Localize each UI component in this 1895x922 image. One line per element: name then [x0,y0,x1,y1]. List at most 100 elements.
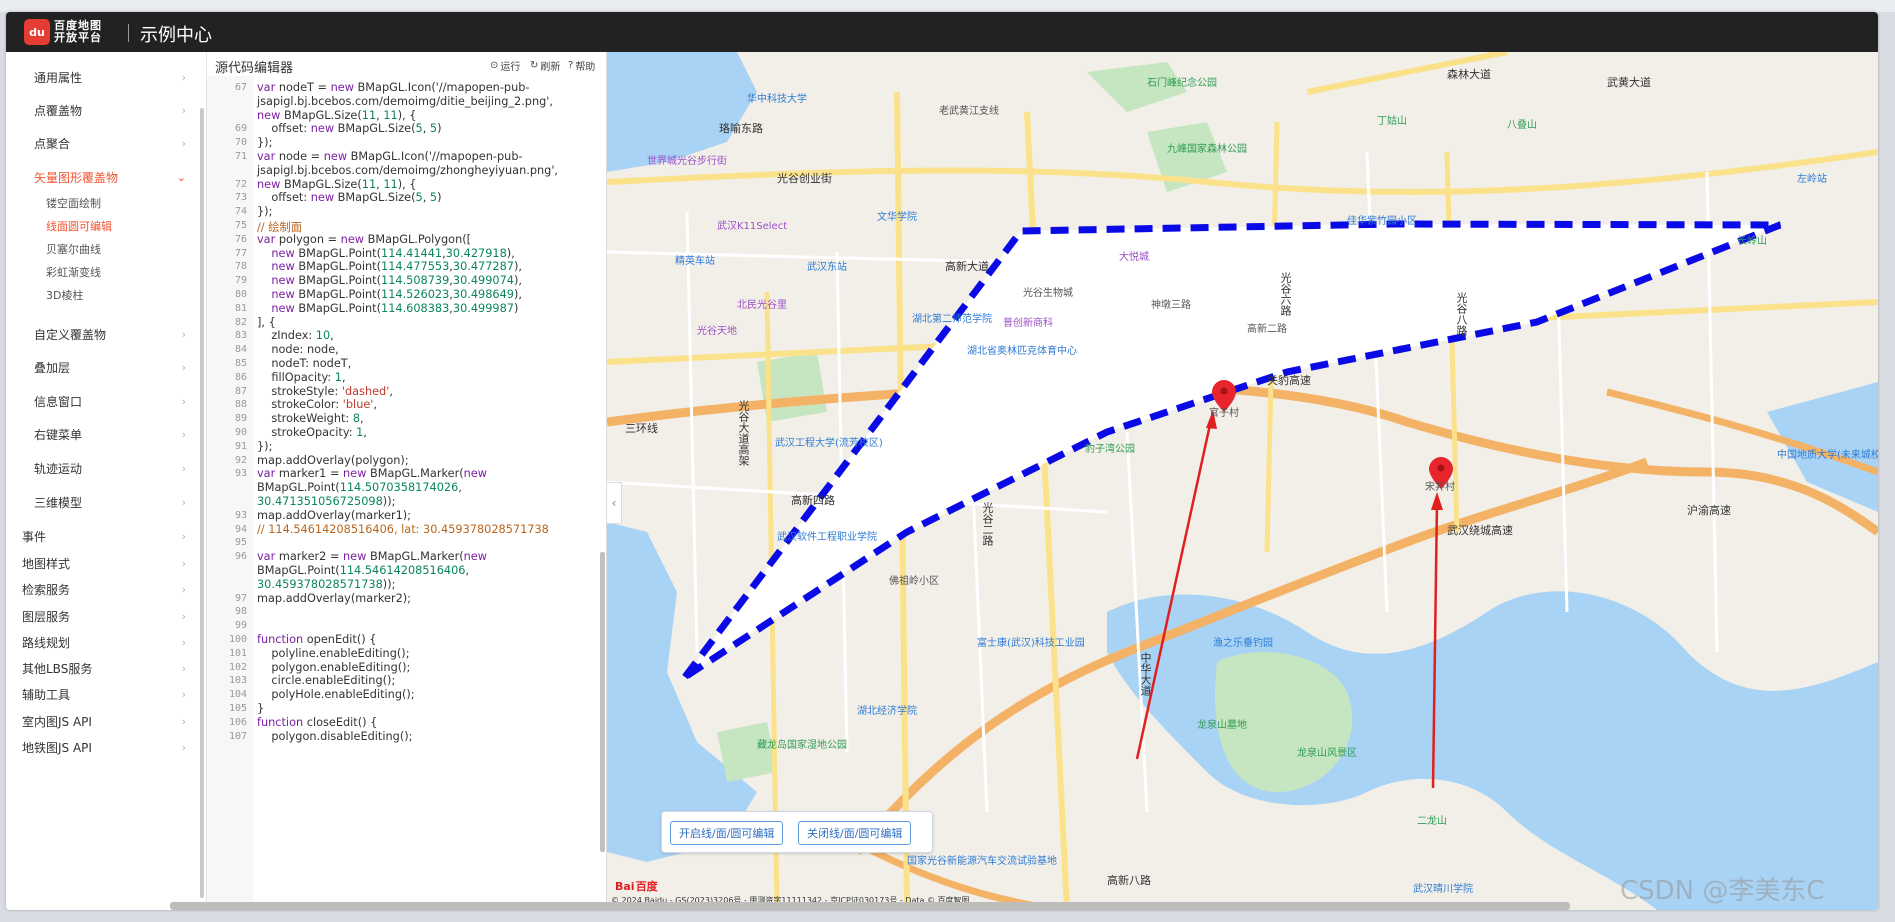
sidebar-item-events[interactable]: 事件 › [6,523,198,549]
baidu-map-logo[interactable]: Bai 百度 [615,878,658,894]
code-line: // 114.54614208516406, lat: 30.459378028… [257,522,549,536]
code-line: polygon.enableEditing(); [257,660,411,674]
sidebar-item-label: 矢量图形覆盖物 [34,170,119,185]
line-number: 105 [228,703,247,714]
map-label: 湖北第二师范学院 [912,314,992,325]
sidebar-item-general[interactable]: 通用属性 › [6,64,198,90]
code-line: new BMapGL.Point(114.477553,30.477287), [271,260,522,274]
baidu-map-open-platform-logo[interactable]: du 百度地图 开放平台 [24,18,102,46]
code-line: map.addOverlay(marker2); [257,591,411,605]
map-label: 文华学院 [877,212,917,223]
code-line: map.addOverlay(marker1); [257,508,411,522]
map-label: 光谷创业街 [777,172,832,185]
help-button[interactable]: ? 帮助 [568,58,595,73]
sidebar-item-3d-prism[interactable]: 3D棱柱 [6,282,198,308]
sidebar-item-search-service[interactable]: 检索服务 › [6,576,198,602]
sidebar-item-label: 地图样式 [22,556,71,571]
sidebar-item-point-overlay[interactable]: 点覆盖物 › [6,97,198,123]
code-line: new BMapGL.Point(114.508739,30.499074), [271,274,522,288]
chevron-right-icon: › [181,557,186,570]
map-label: 武汉软件工程职业学院 [777,532,877,543]
close-edit-button[interactable]: 关闭线/面/圆可编辑 [798,821,912,845]
map-label: 湖北经济学院 [857,706,917,717]
map-label: 长岭山 [1737,236,1767,247]
map-label: 龙泉山墓地 [1197,720,1247,731]
sidebar-item-context-menu[interactable]: 右键菜单 › [6,421,198,447]
collapse-panel-button[interactable]: ‹ [607,482,622,524]
line-number: 104 [228,689,247,701]
chevron-right-icon: › [181,610,186,623]
sidebar-item-info-window[interactable]: 信息窗口 › [6,388,198,414]
map-label: 龙泉山风景区 [1297,748,1357,759]
map-label: 武汉东站 [807,262,847,273]
sidebar-item-track-motion[interactable]: 轨迹运动 › [6,455,198,481]
code-line: fillOpacity: 1, [257,370,346,384]
code-line: BMapGL.Point(114.54614208516406, [257,564,470,577]
line-number: 96 [234,551,247,563]
sidebar-item-vector-overlay[interactable]: 矢量图形覆盖物 ⌄ [6,164,198,190]
map-label: 武汉晴川学院 [1413,884,1473,895]
map-label: 九峰国家森林公园 [1167,144,1247,155]
sidebar-item-overlay-layer[interactable]: 叠加层 › [6,354,198,380]
code-area[interactable]: 67 69 70 71 72 73 74 75 76 77 78 79 80 81 82 83 84 85 86 87… [207,76,597,910]
sidebar-item-layer-service[interactable]: 图层服务 › [6,603,198,629]
sidebar-item-label: 事件 [22,529,47,544]
line-number: 87 [234,385,247,397]
line-number: 69 [234,123,247,135]
sidebar-item-route-planning[interactable]: 路线规划 › [6,629,198,655]
baidu-logo-text-cn: 百度 [635,880,658,893]
map-label: 光谷六路 [1279,272,1292,316]
refresh-button[interactable]: ↻ 刷新 [530,58,560,73]
sidebar-scrollbar[interactable] [200,108,204,898]
map-canvas[interactable]: 华中科技大学 石门峰纪念公园 森林大道 武黄大道 老武黄江支线 珞喻东路 九峰国… [607,52,1878,910]
line-number: 99 [234,620,247,632]
sidebar-item-indoor-api[interactable]: 室内图JS API › [6,708,198,734]
code-line: var marker2 = new BMapGL.Marker(new [257,550,487,564]
open-edit-button[interactable]: 开启线/面/圆可编辑 [670,821,784,845]
line-number: 100 [228,634,247,645]
sidebar-item-map-style[interactable]: 地图样式 › [6,550,198,576]
edit-controls-panel: 开启线/面/圆可编辑 关闭线/面/圆可编辑 [661,811,933,853]
line-number: 98 [234,606,247,618]
chevron-right-icon: › [181,361,186,374]
sidebar-item-3d-model[interactable]: 三维模型 › [6,489,198,515]
line-number: 84 [234,344,247,356]
chevron-right-icon: › [181,636,186,649]
line-number: 73 [234,192,247,204]
line-number-gutter: 67 69 70 71 72 73 74 75 76 77 78 79 80 81 82 83 84 85 86 87… [207,76,253,910]
map-label: 武汉工程大学(流芳校区) [775,438,883,449]
sidebar-item-tools[interactable]: 辅助工具 › [6,681,198,707]
line-number: 93 [234,468,247,480]
code-line: strokeColor: 'blue', [257,398,378,412]
line-number: 76 [234,233,247,245]
map-label: 丁姑山 [1377,116,1407,127]
chevron-right-icon: › [181,688,186,701]
map-label: 渔之乐垂钓园 [1213,638,1273,649]
map-label: 精英车站 [675,256,715,267]
chevron-right-icon: › [181,71,186,84]
run-button[interactable]: ⊙ 运行 [490,58,520,73]
map-label: 左岭站 [1797,174,1827,185]
line-number: 81 [234,302,247,314]
sidebar-item-label: 3D棱柱 [46,289,84,302]
sidebar-item-other-lbs[interactable]: 其他LBS服务 › [6,655,198,681]
sidebar-item-label: 镂空面绘制 [46,197,101,210]
horizontal-scrollbar[interactable] [170,902,1570,910]
code-line: circle.enableEditing(); [257,674,396,688]
editor-scrollbar[interactable] [600,552,605,852]
sidebar-item-label: 三维模型 [34,495,83,510]
line-number: 102 [228,661,247,673]
code-line: }); [257,136,273,150]
map-label: 关豹高速 [1267,374,1311,387]
editor-toolbar: 源代码编辑器 ⊙ 运行 ↻ 刷新 ? 帮助 [207,52,606,76]
code-line: new BMapGL.Point(114.526023,30.498649), [271,288,522,301]
code-line: var marker1 = new BMapGL.Marker(new [257,467,487,481]
sidebar-item-cluster[interactable]: 点聚合 › [6,130,198,156]
chevron-right-icon: › [181,395,186,408]
csdn-watermark: CSDN @李美东C [1620,876,1825,906]
sidebar-item-subway-api[interactable]: 地铁图JS API › [6,734,198,760]
baidu-paw-icon: du [24,19,50,45]
sidebar-item-label: 路线规划 [22,635,71,650]
sidebar-item-custom-overlay[interactable]: 自定义覆盖物 › [6,321,198,347]
map-label: 神墩三路 [1151,300,1191,311]
